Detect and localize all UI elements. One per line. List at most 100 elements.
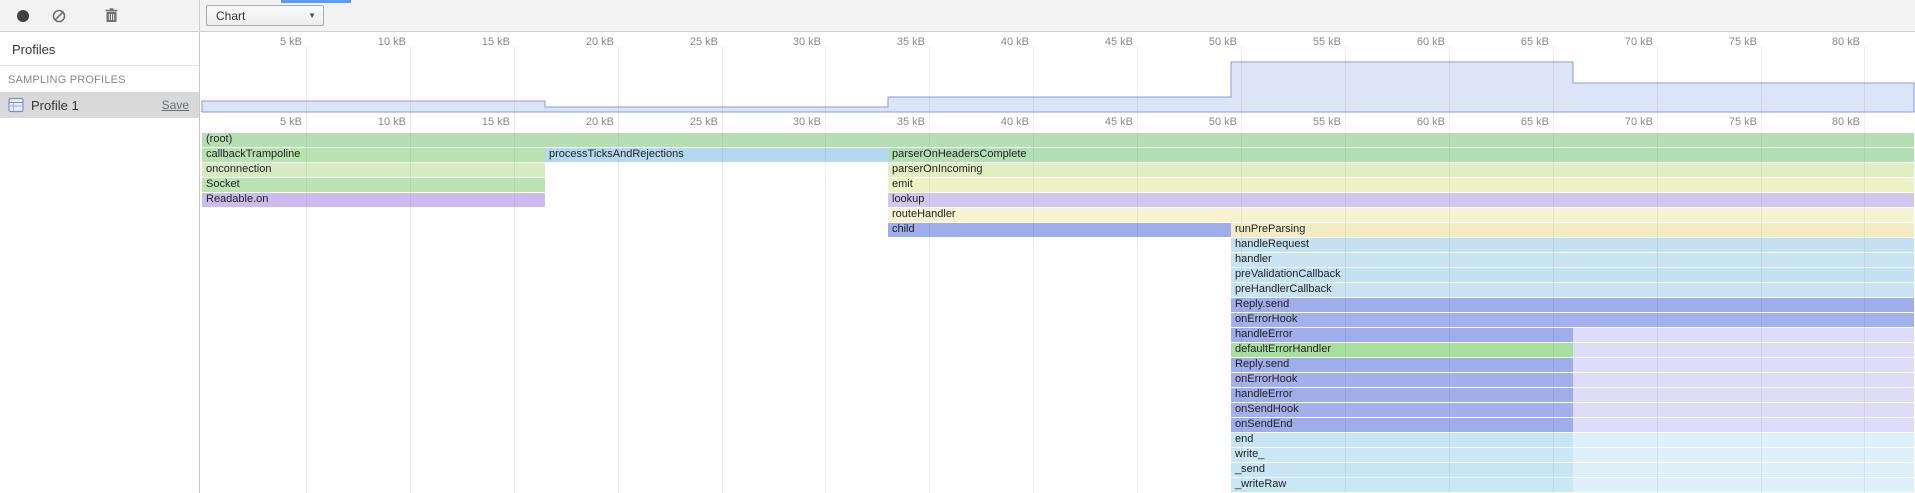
view-mode-select[interactable]: Chart ▼ <box>206 5 324 26</box>
flame-bar[interactable]: Reply.send <box>1231 358 1573 372</box>
flame-bar[interactable]: Socket <box>202 178 545 192</box>
save-profile-link[interactable]: Save <box>162 98 189 112</box>
ruler-tick-label: 80 kB <box>1802 112 1860 132</box>
overview-graph[interactable] <box>200 52 1915 112</box>
ruler-tick-label: 5 kB <box>244 112 302 132</box>
flame-bar[interactable] <box>1573 403 1914 417</box>
flame-bar[interactable]: (root) <box>202 133 1914 147</box>
flame-row: _writeRaw <box>200 477 1915 492</box>
flame-bar[interactable] <box>1573 388 1914 402</box>
chevron-down-icon: ▼ <box>308 11 316 20</box>
toolbar: Chart ▼ <box>0 0 1915 32</box>
ruler-tick-label: 5 kB <box>244 32 302 52</box>
overview-ruler: 5 kB10 kB15 kB20 kB25 kB30 kB35 kB40 kB4… <box>200 32 1915 52</box>
ruler-tick-label: 55 kB <box>1283 112 1341 132</box>
ruler-tick-label: 75 kB <box>1699 32 1757 52</box>
flame-bar[interactable]: handleError <box>1231 328 1573 342</box>
flame-row: onconnection parserOnIncoming <box>200 162 1915 177</box>
profile-icon <box>8 97 24 113</box>
flame-bar[interactable]: onErrorHook <box>1231 313 1914 327</box>
overview-shape <box>200 52 1915 113</box>
ruler-tick-label: 60 kB <box>1387 32 1445 52</box>
flame-bar[interactable]: end <box>1231 433 1573 447</box>
trash-icon <box>105 8 118 23</box>
flame-bar[interactable]: parserOnIncoming <box>888 163 1914 177</box>
ruler-tick-label: 35 kB <box>867 112 925 132</box>
flame-bar[interactable]: preHandlerCallback <box>1231 283 1914 297</box>
flame-bar[interactable]: child <box>888 223 1231 237</box>
ruler-tick-label: 75 kB <box>1699 112 1757 132</box>
sampling-profiles-section-label: SAMPLING PROFILES <box>0 66 199 92</box>
clear-icon <box>52 9 66 23</box>
flame-bar-label: Socket <box>202 178 240 190</box>
ruler-tick-label: 25 kB <box>660 112 718 132</box>
flame-row: preHandlerCallback <box>200 282 1915 297</box>
delete-profile-button[interactable] <box>100 5 122 27</box>
flame-bar-label: parserOnIncoming <box>888 163 983 175</box>
flame-bar[interactable]: onconnection <box>202 163 545 177</box>
flame-bar[interactable] <box>1573 478 1914 492</box>
flame-row: onSendHook <box>200 402 1915 417</box>
active-tab-indicator <box>281 0 351 3</box>
flame-bar[interactable]: routeHandler <box>888 208 1914 222</box>
flame-bar-label: processTicksAndRejections <box>545 148 684 160</box>
flame-bar[interactable]: runPreParsing <box>1231 223 1914 237</box>
flame-bar[interactable]: parserOnHeadersComplete <box>888 148 1914 162</box>
flame-bar-label: end <box>1231 433 1253 445</box>
flame-bar[interactable] <box>1573 343 1914 357</box>
flame-bar[interactable]: write_ <box>1231 448 1573 462</box>
flame-row: callbackTrampolineprocessTicksAndRejecti… <box>200 147 1915 162</box>
ruler-tick-label: 10 kB <box>348 32 406 52</box>
flame-bar[interactable]: callbackTrampoline <box>202 148 545 162</box>
flame-bar[interactable] <box>1573 448 1914 462</box>
ruler-tick-label: 50 kB <box>1179 32 1237 52</box>
flame-row: preValidationCallback <box>200 267 1915 282</box>
flame-bar[interactable] <box>1573 463 1914 477</box>
ruler-tick-label: 15 kB <box>452 112 510 132</box>
flame-bar[interactable] <box>1573 418 1914 432</box>
flame-bar[interactable]: handler <box>1231 253 1914 267</box>
flame-chart-pane: 5 kB10 kB15 kB20 kB25 kB30 kB35 kB40 kB4… <box>200 32 1915 493</box>
flame-bar[interactable]: emit <box>888 178 1914 192</box>
ruler-tick-label: 15 kB <box>452 32 510 52</box>
flame-bar[interactable]: handleError <box>1231 388 1573 402</box>
flame-bar[interactable]: onSendEnd <box>1231 418 1573 432</box>
ruler-tick-label: 25 kB <box>660 32 718 52</box>
record-button[interactable] <box>12 5 34 27</box>
ruler-tick-label: 40 kB <box>971 32 1029 52</box>
clear-profiles-button[interactable] <box>48 5 70 27</box>
flame-bar-label: onErrorHook <box>1231 313 1297 325</box>
flame-bar-label: Reply.send <box>1231 358 1289 370</box>
flame-bar-label: Readable.on <box>202 193 268 205</box>
flame-bar-label: write_ <box>1231 448 1264 460</box>
flame-bar[interactable]: handleRequest <box>1231 238 1914 252</box>
flame-bar[interactable] <box>1573 358 1914 372</box>
flame-bar[interactable]: onSendHook <box>1231 403 1573 417</box>
flame-bar-label: handler <box>1231 253 1272 265</box>
flame-bar[interactable]: _writeRaw <box>1231 478 1573 492</box>
flame-bar[interactable] <box>1573 373 1914 387</box>
flame-bar-label: onconnection <box>202 163 271 175</box>
ruler-tick-label: 60 kB <box>1387 112 1445 132</box>
flame-bar[interactable]: _send <box>1231 463 1573 477</box>
ruler-tick-label: 70 kB <box>1595 32 1653 52</box>
ruler-tick-label: 20 kB <box>556 32 614 52</box>
flame-row: handleRequest <box>200 237 1915 252</box>
flame-bar[interactable]: Readable.on <box>202 193 545 207</box>
record-icon <box>16 9 30 23</box>
flame-bar[interactable]: processTicksAndRejections <box>545 148 888 162</box>
flame-bar-label: Reply.send <box>1231 298 1289 310</box>
flame-bar[interactable]: onErrorHook <box>1231 373 1573 387</box>
flame-row: defaultErrorHandler <box>200 342 1915 357</box>
ruler-tick-label: 30 kB <box>763 112 821 132</box>
flame-bar-label: handleError <box>1231 388 1292 400</box>
flame-bar[interactable]: lookup <box>888 193 1914 207</box>
sidebar-item-profile-1[interactable]: Profile 1 Save <box>0 92 199 118</box>
flame-row: end <box>200 432 1915 447</box>
flame-bar[interactable]: preValidationCallback <box>1231 268 1914 282</box>
flame-bar[interactable] <box>1573 433 1914 447</box>
flame-bar[interactable] <box>1573 328 1914 342</box>
flame-bar[interactable]: Reply.send <box>1231 298 1914 312</box>
flame-row: childrunPreParsing <box>200 222 1915 237</box>
flame-bar[interactable]: defaultErrorHandler <box>1231 343 1573 357</box>
